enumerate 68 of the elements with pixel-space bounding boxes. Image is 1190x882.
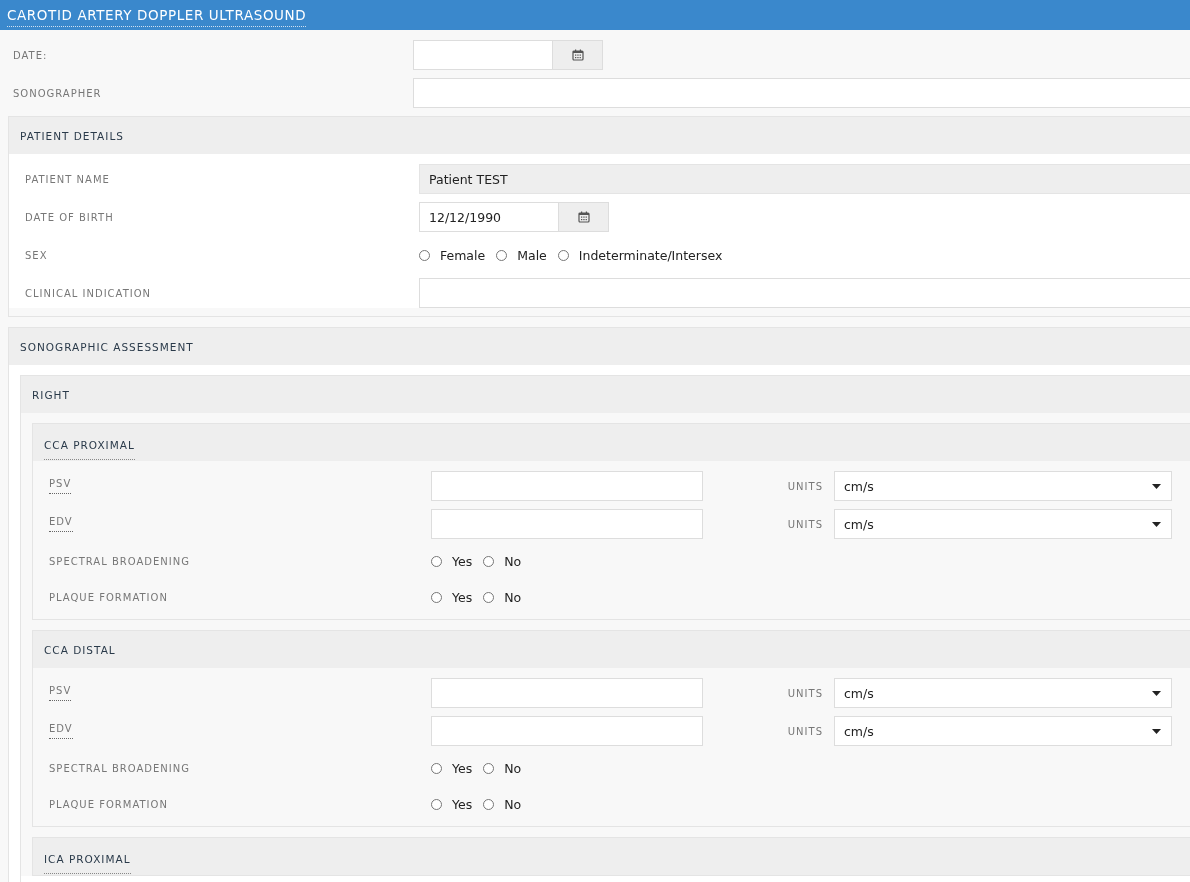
- field-label: PSV: [49, 685, 72, 701]
- units-dropdown[interactable]: cm/s: [834, 678, 1172, 708]
- section-title: ICA PROXIMAL: [44, 849, 131, 874]
- date-field[interactable]: [413, 40, 553, 70]
- field-label: PLAQUE FORMATION: [49, 798, 168, 810]
- radio-label: Female: [440, 247, 486, 263]
- radio-button[interactable]: [431, 591, 442, 603]
- radio-button[interactable]: [431, 762, 442, 774]
- field-label: EDV: [49, 516, 73, 532]
- field-label: SPECTRAL BROADENING: [49, 762, 190, 774]
- units-dropdown[interactable]: cm/s: [834, 471, 1172, 501]
- radio-label: No: [504, 796, 522, 812]
- section-title: RIGHT: [32, 388, 70, 401]
- radio-label: No: [504, 589, 522, 605]
- units-dropdown[interactable]: cm/s: [834, 509, 1172, 539]
- page-title: CAROTID ARTERY DOPPLER ULTRASOUND: [7, 7, 307, 27]
- units-label: UNITS: [787, 480, 823, 492]
- radio-button[interactable]: [483, 591, 495, 603]
- radio-label: Yes: [452, 589, 473, 605]
- caret-icon: [1152, 728, 1161, 734]
- radio-button[interactable]: [483, 555, 495, 567]
- radio-button[interactable]: [431, 555, 442, 567]
- radio-label: No: [504, 760, 522, 776]
- caret-icon: [1152, 521, 1161, 527]
- number-field[interactable]: [431, 678, 703, 708]
- date-field[interactable]: 12/12/1990: [419, 202, 559, 232]
- field-label: SEX: [25, 249, 49, 261]
- caret-icon: [1152, 690, 1161, 696]
- section-title: CCA PROXIMAL: [44, 435, 135, 460]
- calendar-button[interactable]: [559, 202, 609, 232]
- units-label: UNITS: [787, 687, 823, 699]
- units-label: UNITS: [787, 725, 823, 737]
- units-dropdown[interactable]: cm/s: [834, 716, 1172, 746]
- calendar-icon: [571, 49, 584, 61]
- section-title: PATIENT DETAILS: [20, 129, 124, 142]
- text-field[interactable]: [419, 278, 1190, 308]
- field-label: PLAQUE FORMATION: [49, 591, 168, 603]
- field-label: PATIENT NAME: [25, 173, 111, 185]
- radio-button[interactable]: [496, 249, 508, 261]
- field-label: EDV: [49, 723, 73, 739]
- radio-button[interactable]: [483, 762, 495, 774]
- field-label: PSV: [49, 478, 72, 494]
- field-label: DATE OF BIRTH: [25, 211, 115, 223]
- number-field[interactable]: [431, 509, 703, 539]
- section-title: SONOGRAPHIC ASSESSMENT: [20, 340, 194, 353]
- radio-label: Yes: [452, 760, 473, 776]
- radio-button[interactable]: [431, 798, 442, 810]
- radio-label: Yes: [452, 796, 473, 812]
- radio-label: No: [504, 553, 522, 569]
- calendar-icon: [577, 211, 590, 223]
- field-label: DATE:: [13, 49, 49, 61]
- number-field[interactable]: [431, 716, 703, 746]
- field-label: SPECTRAL BROADENING: [49, 555, 190, 567]
- radio-label: Yes: [452, 553, 473, 569]
- section-title: CCA DISTAL: [44, 643, 116, 656]
- text-field[interactable]: [413, 78, 1190, 108]
- field-label: SONOGRAPHER: [13, 87, 103, 99]
- number-field[interactable]: [431, 471, 703, 501]
- radio-label: Male: [517, 247, 547, 263]
- radio-button[interactable]: [419, 249, 430, 261]
- readonly-field[interactable]: Patient TEST: [419, 164, 1190, 194]
- radio-button[interactable]: [483, 798, 495, 810]
- caret-icon: [1152, 483, 1161, 489]
- radio-button[interactable]: [557, 249, 569, 261]
- radio-label: Indeterminate/Intersex: [578, 247, 723, 263]
- field-label: CLINICAL INDICATION: [25, 287, 153, 299]
- calendar-button[interactable]: [553, 40, 603, 70]
- units-label: UNITS: [787, 518, 823, 530]
